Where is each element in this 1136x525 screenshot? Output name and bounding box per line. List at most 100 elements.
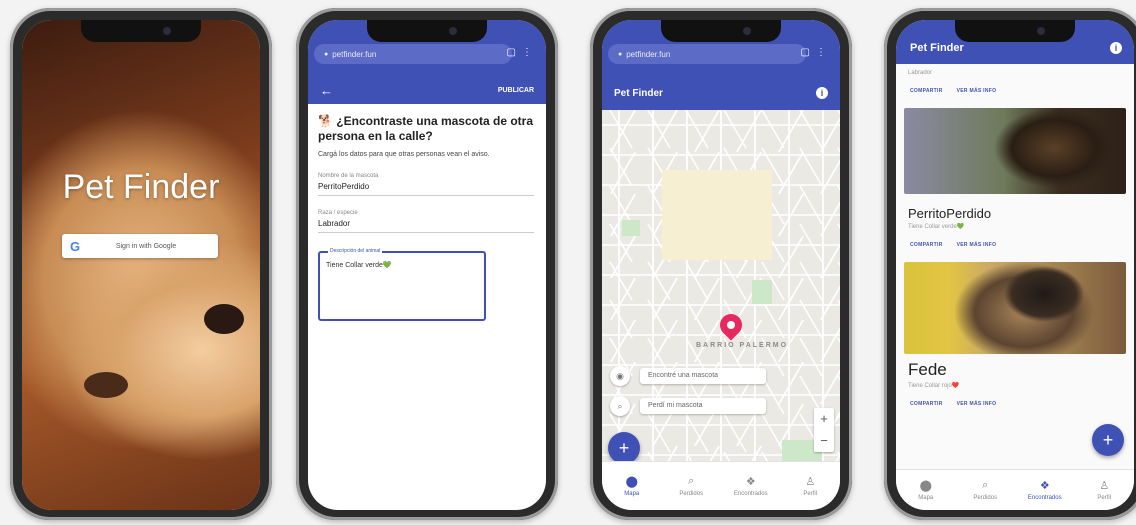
phone-notch: [955, 20, 1075, 42]
pet-icon: ❖: [745, 476, 756, 488]
pet-description: Tiene Collar rojo❤️: [908, 383, 960, 389]
bottom-navigation: ⬤ Mapa ⌕ Perdidos ❖ Encontrados ♙ Perfil: [896, 469, 1134, 510]
feed-app-title: Pet Finder: [910, 42, 964, 54]
pet-description: Tiene Collar verde💚: [908, 224, 965, 230]
nav-label: Encontrados: [733, 491, 768, 497]
nav-label: Perfil: [1097, 495, 1112, 501]
phone-notch: [81, 20, 201, 42]
description-value: Tiene Collar verde💚: [326, 262, 392, 269]
form-subtitle: Cargá los datos para que otras personas …: [318, 151, 490, 158]
map-app-title: Pet Finder: [614, 87, 663, 99]
more-info-button[interactable]: VER MÁS INFO: [957, 401, 997, 407]
report-form-screen: ● petfinder.fun ▢⋮ ← PUBLICAR 🐕 ¿Encontr…: [308, 20, 546, 510]
map-plaza-area: [662, 170, 772, 260]
address-bar[interactable]: ● petfinder.fun: [608, 44, 806, 64]
share-button[interactable]: COMPARTIR: [910, 242, 943, 248]
phone-map: ● petfinder.fun ▢⋮ Pet Finder i BARRIO P…: [590, 8, 852, 520]
more-info-button[interactable]: VER MÁS INFO: [957, 88, 997, 94]
info-icon[interactable]: i: [816, 87, 828, 99]
add-button[interactable]: +: [608, 432, 640, 462]
map-app-bar: Pet Finder i: [602, 76, 840, 110]
nav-item-profile[interactable]: ♙ Perfil: [781, 462, 841, 510]
nav-item-found[interactable]: ❖ Encontrados: [721, 462, 781, 510]
map-park: [622, 220, 640, 236]
person-icon: ♙: [805, 476, 816, 488]
city-map[interactable]: BARRIO PALERMO ◉ Encontré una mascota ⌕ …: [602, 110, 840, 462]
address-url: petfinder.fun: [332, 49, 377, 59]
zoom-in-button[interactable]: +: [814, 408, 834, 430]
breed-input[interactable]: Labrador: [318, 216, 534, 233]
google-signin-button[interactable]: G Sign in with Google: [62, 234, 218, 258]
dog-eye: [84, 372, 128, 398]
phone-report-form: ● petfinder.fun ▢⋮ ← PUBLICAR 🐕 ¿Encontr…: [296, 8, 558, 520]
nav-label: Encontrados: [1027, 495, 1062, 501]
pet-photo: [904, 262, 1126, 354]
browser-menu-icons[interactable]: ▢⋮: [507, 47, 538, 58]
pet-name: Fede: [908, 360, 947, 379]
pet-feed: Labrador COMPARTIR VER MÁS INFO PerritoP…: [896, 64, 1134, 470]
map-screen: ● petfinder.fun ▢⋮ Pet Finder i BARRIO P…: [602, 20, 840, 510]
form-question: 🐕 ¿Encontraste una mascota de otra perso…: [318, 114, 533, 143]
pet-icon: ❖: [1039, 480, 1050, 492]
pet-photo: [904, 108, 1126, 194]
nav-item-lost[interactable]: ⌕ Perdidos: [662, 462, 722, 510]
address-bar[interactable]: ● petfinder.fun: [314, 44, 512, 64]
nav-label: Mapa: [624, 491, 640, 497]
feed-screen: Pet Finder i Labrador COMPARTIR VER MÁS …: [896, 20, 1134, 510]
google-icon: G: [69, 238, 81, 254]
card-actions: COMPARTIR VER MÁS INFO: [896, 76, 1134, 108]
card-description: Labrador: [908, 70, 933, 76]
share-button[interactable]: COMPARTIR: [910, 401, 943, 407]
pet-name-input[interactable]: PerritoPerdido: [318, 179, 534, 196]
publish-button[interactable]: PUBLICAR: [498, 87, 534, 94]
phone-login: Pet Finder G Sign in with Google: [10, 8, 272, 520]
browser-menu-icons[interactable]: ▢⋮: [801, 47, 832, 58]
google-signin-label: Sign in with Google: [115, 242, 177, 250]
nav-label: Mapa: [918, 495, 934, 501]
person-icon: ♙: [1099, 480, 1110, 492]
map-park: [752, 280, 772, 304]
nav-label: Perdidos: [679, 491, 704, 497]
arrow-left-icon[interactable]: ←: [320, 83, 333, 98]
more-info-button[interactable]: VER MÁS INFO: [957, 242, 997, 248]
phone-notch: [661, 20, 781, 42]
lock-icon: ●: [324, 50, 329, 58]
found-pet-chip[interactable]: Encontré una mascota: [640, 368, 766, 384]
address-url: petfinder.fun: [626, 49, 671, 59]
search-icon: ⌕: [982, 479, 989, 491]
lock-icon: ●: [618, 50, 623, 58]
card-actions: COMPARTIR VER MÁS INFO: [896, 230, 1134, 262]
location-pin-icon[interactable]: [715, 309, 747, 341]
nav-item-map[interactable]: ⬤ Mapa: [896, 470, 956, 510]
add-button[interactable]: +: [1092, 424, 1124, 456]
nav-item-map[interactable]: ⬤ Mapa: [602, 462, 662, 510]
login-screen: Pet Finder G Sign in with Google: [22, 20, 260, 510]
pet-icon[interactable]: ◉: [610, 366, 630, 386]
pin-icon: ⬤: [919, 480, 932, 492]
form-app-bar: ← PUBLICAR: [308, 76, 546, 104]
nav-label: Perdidos: [973, 495, 998, 501]
dog-nose: [204, 304, 244, 334]
description-textarea[interactable]: Descripción del animal Tiene Collar verd…: [318, 248, 486, 321]
phone-notch: [367, 20, 487, 42]
app-title: Pet Finder: [62, 168, 220, 206]
search-icon[interactable]: ⌕: [610, 396, 630, 416]
report-form: 🐕 ¿Encontraste una mascota de otra perso…: [318, 114, 534, 321]
phone-feed: Pet Finder i Labrador COMPARTIR VER MÁS …: [884, 8, 1136, 520]
pet-name: PerritoPerdido: [908, 206, 992, 221]
zoom-control: + −: [814, 408, 834, 452]
nav-item-found[interactable]: ❖ Encontrados: [1015, 470, 1075, 510]
zoom-out-button[interactable]: −: [814, 430, 834, 452]
lost-pet-chip[interactable]: Perdí mi mascota: [640, 398, 766, 414]
pin-icon: ⬤: [625, 476, 638, 488]
info-icon[interactable]: i: [1110, 42, 1122, 54]
dog-photo-background: [22, 20, 260, 510]
description-legend: Descripción del animal: [328, 248, 383, 254]
bottom-navigation: ⬤ Mapa ⌕ Perdidos ❖ Encontrados ♙ Perfil: [602, 461, 840, 510]
nav-item-lost[interactable]: ⌕ Perdidos: [956, 470, 1016, 510]
map-neighborhood-label: BARRIO PALERMO: [696, 342, 789, 349]
share-button[interactable]: COMPARTIR: [910, 88, 943, 94]
nav-item-profile[interactable]: ♙ Perfil: [1075, 470, 1135, 510]
search-icon: ⌕: [688, 475, 695, 487]
nav-label: Perfil: [803, 491, 818, 497]
